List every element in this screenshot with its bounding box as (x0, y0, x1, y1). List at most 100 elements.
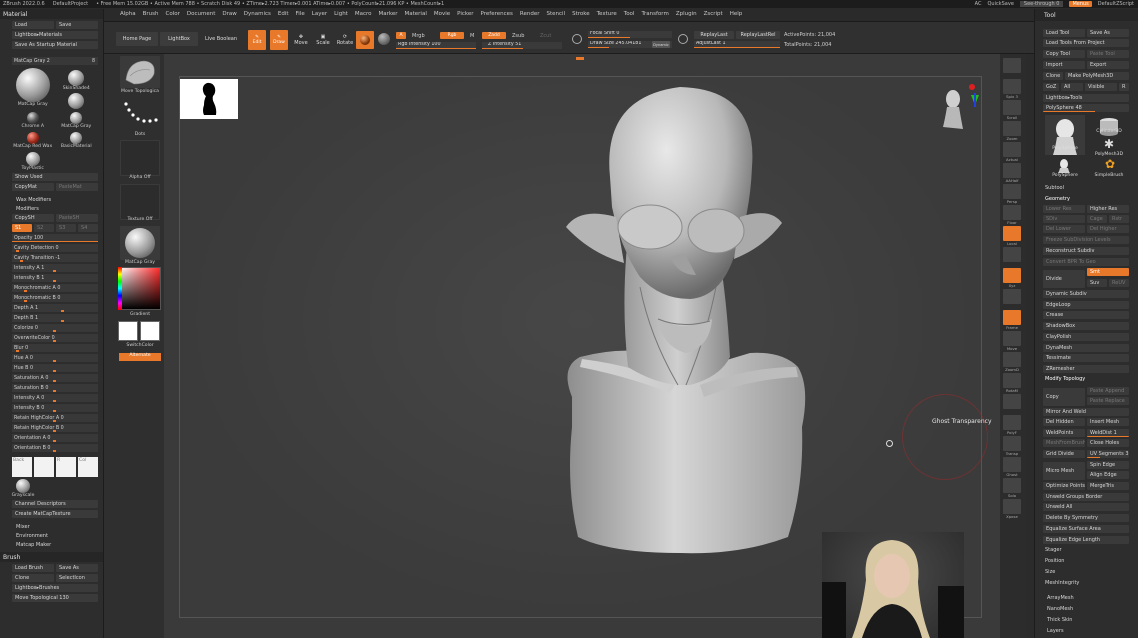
unweld-all-button[interactable]: Unweld All (1043, 503, 1129, 511)
shader-slider[interactable]: Cavity Transition -1 (12, 254, 98, 262)
menu-item[interactable]: Material (405, 11, 427, 17)
cage-button[interactable]: Cage (1087, 215, 1107, 223)
menu-item[interactable]: Zplugin (676, 11, 697, 17)
merge-tris-button[interactable]: MergeTris (1087, 482, 1129, 490)
equalize-surface-area-button[interactable]: Equalize Surface Area (1043, 525, 1129, 533)
ac-label[interactable]: AC (975, 1, 982, 7)
nano-mesh-header[interactable]: NanoMesh (1047, 606, 1073, 612)
view-control-icon[interactable] (1003, 79, 1021, 94)
paste-tool-button[interactable]: Paste Tool (1087, 50, 1129, 58)
save-as-brush-button[interactable]: Save As (56, 564, 98, 572)
menu-item[interactable]: Color (166, 11, 180, 17)
m-button[interactable]: M (470, 33, 474, 39)
alpha-tile[interactable] (120, 140, 160, 176)
switch-color-button[interactable]: SwitchColor (118, 343, 162, 348)
view-control-icon[interactable] (1003, 268, 1021, 283)
shader-slider[interactable]: Hue A 0 (12, 354, 98, 362)
material-swatch-button[interactable] (356, 31, 374, 49)
menu-item[interactable]: File (296, 11, 305, 17)
shader-slider[interactable]: Monochromatic B 0 (12, 294, 98, 302)
view-control-icon[interactable] (1003, 352, 1021, 367)
adjust-last-slider[interactable]: AdjustLast 1 (694, 41, 780, 48)
paste-sh-button[interactable]: PasteSH (56, 214, 98, 222)
menu-item[interactable]: Stroke (572, 11, 590, 17)
menu-item[interactable]: Transform (641, 11, 668, 17)
material-tile[interactable]: MatCap Gray (56, 112, 98, 129)
lower-res-button[interactable]: Lower Res (1043, 205, 1085, 213)
align-edge-button[interactable]: Align Edge (1087, 471, 1129, 479)
optimize-points-button[interactable]: Optimize Points (1043, 482, 1085, 490)
view-control-icon[interactable] (1003, 415, 1021, 430)
micro-mesh-button[interactable]: Micro Mesh (1043, 462, 1085, 480)
geometry-item[interactable]: ShadowBox (1043, 322, 1129, 331)
paste-replace-button[interactable]: Paste Replace (1087, 397, 1129, 405)
sdiv-slider[interactable]: SDiv (1043, 215, 1085, 223)
hue-strip[interactable] (118, 267, 122, 310)
menu-item[interactable]: Tool (624, 11, 635, 17)
copy-subtool-button[interactable]: Copy (1043, 388, 1085, 406)
texture-tile[interactable] (120, 184, 160, 220)
lightbox-materials-button[interactable]: Lightbox▸Materials (12, 31, 98, 39)
paste-append-button[interactable]: Paste Append (1087, 387, 1129, 395)
environment-header[interactable]: Environment (0, 533, 103, 539)
color-picker[interactable] (118, 267, 161, 310)
clone-tool-button[interactable]: Clone (1043, 72, 1063, 80)
shader-slider[interactable]: Saturation A 0 (12, 374, 98, 382)
select-icon-button[interactable]: SelectIcon (56, 574, 98, 582)
menu-item[interactable]: Help (730, 11, 743, 17)
shader-slider[interactable]: Opacity 100 (12, 234, 98, 242)
geometry-item[interactable]: EdgeLoop (1043, 300, 1129, 309)
rgb-button[interactable]: Rgb (440, 32, 464, 39)
navigation-cube-icon[interactable] (935, 79, 985, 139)
zadd-button[interactable]: Zadd (482, 32, 506, 39)
shader-slider[interactable]: Intensity B 0 (12, 404, 98, 412)
copy-mat-button[interactable]: CopyMat (12, 183, 54, 191)
zsub-button[interactable]: Zsub (512, 33, 524, 39)
mixer-header[interactable]: Mixer (0, 524, 103, 530)
alternate-button[interactable]: Alternate (119, 353, 161, 361)
rgb-intensity-slider[interactable]: Rgb Intensity 100 (396, 42, 476, 49)
show-used-button[interactable]: Show Used (12, 173, 98, 181)
current-brush-tile[interactable] (120, 56, 160, 88)
shader-slider[interactable]: Retain HighColor B 0 (12, 424, 98, 432)
menu-item[interactable]: Preferences (481, 11, 513, 17)
view-control-icon[interactable] (1003, 247, 1021, 262)
thick-skin-header[interactable]: Thick Skin (1047, 617, 1072, 623)
current-material-slot[interactable]: MatCap Gray 2 8 (12, 57, 98, 65)
main-color-swatch[interactable] (118, 321, 138, 341)
geometry-item[interactable]: Crease (1043, 311, 1129, 320)
menu-item[interactable]: Dynamics (244, 11, 271, 17)
view-control-icon[interactable] (1003, 394, 1021, 409)
view-control-icon[interactable] (1003, 289, 1021, 304)
shader-tab-s3[interactable]: S3 (56, 224, 76, 232)
reuv-button[interactable]: ReUV (1109, 279, 1129, 287)
menu-item[interactable]: Alpha (120, 11, 136, 17)
view-control-icon[interactable] (1003, 205, 1021, 220)
view-control-icon[interactable] (1003, 373, 1021, 388)
shader-slider[interactable]: Intensity A 1 (12, 264, 98, 272)
grid-divide-button[interactable]: Grid Divide (1043, 450, 1085, 458)
weld-dist-slider[interactable]: WeldDist 1 (1087, 429, 1129, 437)
shader-slider[interactable]: Colorize 0 (12, 324, 98, 332)
del-lower-button[interactable]: Del Lower (1043, 225, 1085, 233)
shader-slider[interactable]: Retain HighColor A 0 (12, 414, 98, 422)
project-name[interactable]: DefaultProject (53, 1, 88, 7)
material-tile[interactable]: ToyPlastic (12, 152, 54, 171)
view-control-icon[interactable] (1003, 436, 1021, 451)
array-mesh-header[interactable]: ArrayMesh (1047, 595, 1074, 601)
layers-header[interactable]: Layers (1047, 628, 1064, 634)
matcap-maker-header[interactable]: Matcap Maker (0, 542, 103, 548)
goz-all-button[interactable]: All (1061, 83, 1083, 91)
swatch[interactable] (34, 457, 54, 477)
view-control-icon[interactable] (1003, 226, 1021, 241)
view-control-icon[interactable] (1003, 142, 1021, 157)
export-button[interactable]: Export (1087, 61, 1129, 69)
focal-shift-slider[interactable]: Focal Shift 0 (588, 31, 672, 38)
menu-item[interactable]: Edit (278, 11, 289, 17)
brush-palette-header[interactable]: Brush (0, 552, 103, 562)
lightbox-tools-button[interactable]: Lightbox▸Tools (1043, 94, 1129, 102)
equalize-edge-length-button[interactable]: Equalize Edge Length (1043, 536, 1129, 544)
menu-item[interactable]: Macro (355, 11, 372, 17)
convert-bpr-button[interactable]: Convert BPR To Geo (1043, 258, 1129, 266)
uv-segments-slider[interactable]: UV Segments 3 (1087, 450, 1129, 458)
